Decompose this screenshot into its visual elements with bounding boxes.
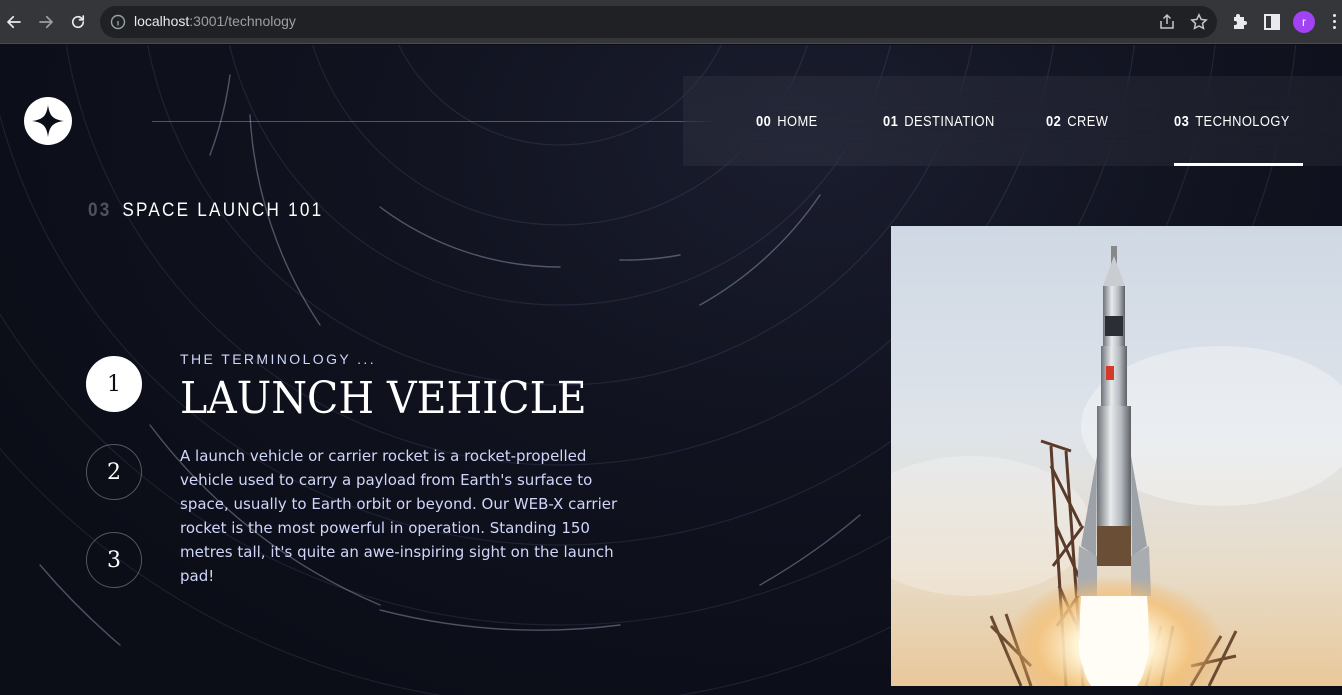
browser-toolbar: localhost:3001/technology r [0, 0, 1342, 44]
step-button-2[interactable]: 2 [86, 444, 142, 500]
side-panel-icon[interactable] [1262, 12, 1282, 32]
arrow-right-icon [39, 15, 54, 29]
page-title: 03 SPACE LAUNCH 101 [88, 200, 324, 221]
back-button[interactable] [2, 10, 26, 34]
step-button-1[interactable]: 1 [86, 356, 142, 412]
nav-item-technology[interactable]: 03 TECHNOLOGY [1174, 76, 1303, 166]
header-divider [152, 121, 714, 122]
nav-item-crew[interactable]: 02 CREW [1046, 76, 1108, 166]
technology-page: 00 HOME 01 DESTINATION 02 CREW 03 TECHNOLOGY… [0, 45, 1342, 695]
url-text[interactable]: localhost:3001/technology [134, 13, 296, 29]
terminology-label: THE TERMINOLOGY ... [180, 351, 376, 367]
main-navigation: 00 HOME 01 DESTINATION 02 CREW 03 TECHNOLOGY [683, 76, 1342, 166]
step-button-3[interactable]: 3 [86, 532, 142, 588]
rocket-launch-illustration [891, 226, 1342, 686]
puzzle-icon[interactable] [1230, 12, 1250, 32]
forward-button[interactable] [34, 10, 58, 34]
address-bar[interactable]: localhost:3001/technology [100, 6, 1217, 38]
nav-item-home[interactable]: 00 HOME [756, 76, 818, 166]
arrow-left-icon [6, 15, 21, 29]
reload-icon [71, 15, 85, 29]
reload-button[interactable] [66, 10, 90, 34]
launch-vehicle-image [891, 226, 1342, 686]
technology-name: LAUNCH VEHICLE [180, 373, 587, 424]
star-icon[interactable] [1190, 13, 1208, 31]
technology-description: A launch vehicle or carrier rocket is a … [180, 447, 618, 585]
profile-avatar[interactable]: r [1293, 11, 1315, 33]
nav-item-destination[interactable]: 01 DESTINATION [883, 76, 995, 166]
share-icon[interactable] [1158, 13, 1176, 31]
kebab-menu-icon[interactable] [1331, 12, 1337, 32]
four-point-star-logo [32, 105, 64, 137]
info-icon[interactable] [110, 14, 126, 30]
site-logo[interactable] [24, 97, 72, 145]
